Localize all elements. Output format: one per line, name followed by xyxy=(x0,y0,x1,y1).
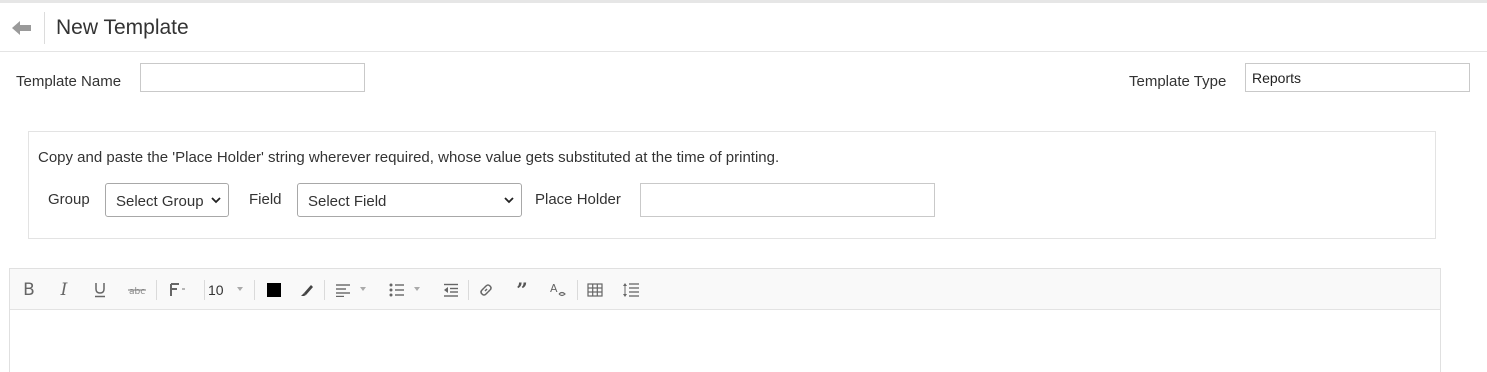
field-label: Field xyxy=(249,191,282,208)
font-family-icon xyxy=(170,283,185,296)
toolbar-separator xyxy=(254,280,255,300)
caret-down-icon xyxy=(414,287,420,291)
link-button[interactable] xyxy=(476,279,496,301)
page-title: New Template xyxy=(56,16,189,39)
toolbar-separator xyxy=(204,280,205,300)
italic-icon: I xyxy=(60,280,68,300)
quote-button[interactable]: ” xyxy=(512,279,532,301)
bullet-list-icon xyxy=(389,283,404,297)
line-height-button[interactable] xyxy=(620,279,642,301)
quote-icon: ” xyxy=(516,278,528,302)
text-color-icon xyxy=(267,283,281,297)
svg-text:A: A xyxy=(550,282,558,295)
bold-icon: B xyxy=(23,280,35,300)
group-select[interactable]: Select Group xyxy=(105,183,229,217)
field-select[interactable]: Select Field xyxy=(297,183,522,217)
text-color-button[interactable] xyxy=(264,279,284,301)
place-holder-label: Place Holder xyxy=(535,191,621,208)
table-button[interactable] xyxy=(584,279,606,301)
outdent-button[interactable] xyxy=(440,279,462,301)
arrow-left-icon xyxy=(12,21,31,35)
align-button[interactable] xyxy=(332,279,354,301)
template-type-input[interactable] xyxy=(1245,63,1470,92)
field-select-value: Select Field xyxy=(308,193,387,210)
clear-format-button[interactable]: A xyxy=(547,279,569,301)
template-type-label: Template Type xyxy=(1129,73,1227,90)
chevron-down-icon xyxy=(504,197,514,204)
highlight-button[interactable] xyxy=(297,279,317,301)
table-icon xyxy=(587,283,603,297)
font-family-button[interactable] xyxy=(167,279,189,301)
svg-text:abc: abc xyxy=(129,287,145,297)
clear-format-icon: A xyxy=(550,282,566,297)
template-name-label: Template Name xyxy=(16,73,122,90)
toolbar-separator xyxy=(324,280,325,300)
editor-toolbar: B I abc 10 ” A xyxy=(10,269,1440,310)
placeholder-instructions: Copy and paste the 'Place Holder' string… xyxy=(38,149,780,166)
toolbar-separator xyxy=(577,280,578,300)
line-height-icon xyxy=(623,283,639,297)
caret-down-icon xyxy=(237,287,243,291)
rich-text-editor: B I abc 10 ” A xyxy=(9,268,1441,372)
chevron-down-icon xyxy=(211,197,221,204)
underline-icon xyxy=(95,283,105,298)
strikethrough-button[interactable]: abc xyxy=(126,279,148,301)
link-icon xyxy=(480,284,492,296)
bold-button[interactable]: B xyxy=(19,279,39,301)
bullet-list-button[interactable] xyxy=(386,279,408,301)
highlight-icon xyxy=(301,285,313,296)
group-select-value: Select Group xyxy=(116,193,204,210)
page-header: New Template xyxy=(0,3,1487,52)
italic-button[interactable]: I xyxy=(54,279,74,301)
align-icon xyxy=(336,284,350,297)
toolbar-separator xyxy=(156,280,157,300)
outdent-icon xyxy=(444,283,458,297)
template-name-input[interactable] xyxy=(140,63,365,92)
underline-button[interactable] xyxy=(90,279,110,301)
group-label: Group xyxy=(48,191,90,208)
font-size-value: 10 xyxy=(208,282,224,298)
strikethrough-icon: abc xyxy=(128,287,146,297)
header-divider xyxy=(44,12,45,44)
caret-down-icon xyxy=(360,287,366,291)
toolbar-separator xyxy=(468,280,469,300)
place-holder-input[interactable] xyxy=(640,183,935,217)
back-button[interactable] xyxy=(8,15,36,41)
